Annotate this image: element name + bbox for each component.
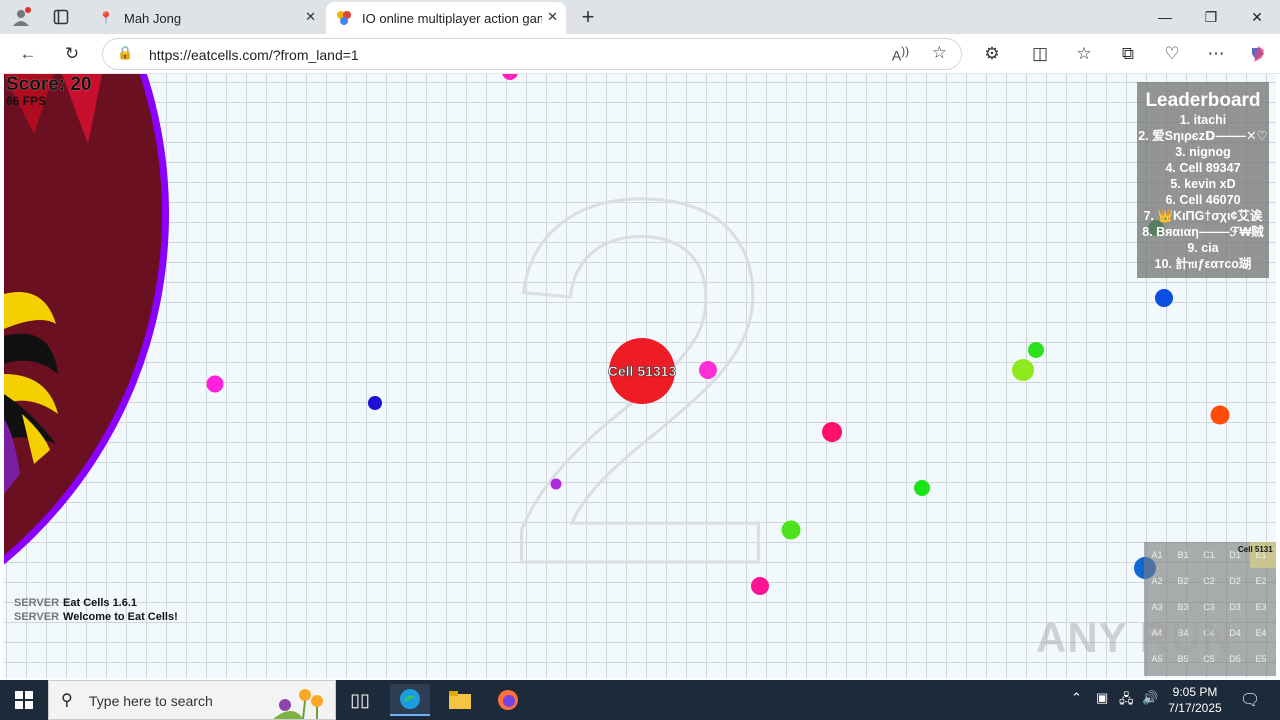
chat-text: Eat Cells 1.6.1 <box>63 597 138 609</box>
tab-mahjong[interactable]: 📍 Mah Jong ✕ <box>88 2 324 34</box>
chat-sender: SERVER <box>14 611 60 623</box>
search-icon: ⚲ <box>61 692 73 709</box>
minimap-cell: E3 <box>1255 602 1267 612</box>
game-canvas[interactable]: 2 Cell 51313 Score: 20 66 FPS Leaderboar… <box>4 74 1276 678</box>
minimap-cell: A2 <box>1151 576 1163 586</box>
tab-title: IO online multiplayer action game <box>362 10 542 26</box>
clock-date: 7/17/2025 <box>1168 701 1222 715</box>
food-pellet <box>368 396 382 410</box>
tab-title: Mah Jong <box>124 10 182 26</box>
refresh-icon[interactable]: ↻ <box>58 40 86 68</box>
url-text[interactable]: https://eatcells.com/?from_land=1 <box>149 47 359 63</box>
leaderboard-item: 1. itachi <box>1179 113 1227 127</box>
minimap-cell: C2 <box>1203 576 1215 586</box>
firefox-icon[interactable] <box>488 684 528 716</box>
leaderboard-item: 4. Cell 89347 <box>1165 161 1241 175</box>
watermark-logo: ANY RUN <box>1036 614 1234 661</box>
device-icon[interactable]: ▣ <box>1096 690 1108 706</box>
close-tab-icon[interactable]: ✕ <box>547 9 558 25</box>
chat-message: SERVER Eat Cells 1.6.1 <box>14 596 178 610</box>
new-tab-button[interactable]: + <box>576 4 600 30</box>
food-pellet <box>1012 359 1034 381</box>
lock-icon[interactable]: 🔒 <box>117 45 133 61</box>
clock-time: 9:05 PM <box>1172 685 1218 699</box>
food-pellet <box>1155 289 1173 307</box>
food-pellet <box>1210 405 1230 425</box>
leaderboard-title: Leaderboard <box>1145 90 1261 111</box>
food-pellet <box>822 422 842 442</box>
read-aloud-icon[interactable]: A)) <box>892 45 909 64</box>
colorful-icon <box>336 10 352 26</box>
file-explorer-icon[interactable] <box>440 684 480 716</box>
food-pellet <box>206 375 224 393</box>
more-menu-icon[interactable]: ⋯ <box>1202 40 1230 68</box>
leaderboard-item: 2. 爱Sηιρєz𝗗⸻✕♡ <box>1138 129 1268 143</box>
game-world: 2 Cell 51313 <box>4 74 1230 675</box>
close-tab-icon[interactable]: ✕ <box>305 9 316 25</box>
windows-start-icon[interactable] <box>0 680 48 720</box>
leaderboard: Leaderboard 1. itachi 2. 爱Sηιρєz𝗗⸻✕♡ 3. … <box>1137 82 1269 278</box>
fps-display: 66 FPS <box>6 94 47 108</box>
show-hidden-icons-icon[interactable]: ⌃ <box>1071 690 1082 706</box>
minimap-cell: C1 <box>1203 550 1215 560</box>
navigation-bar: ← ↻ 🔒 https://eatcells.com/?from_land=1 … <box>0 34 1280 74</box>
task-view-icon[interactable]: ▯▯ <box>340 684 380 716</box>
minimap-cell: E5 <box>1255 654 1267 664</box>
leaderboard-item: 9. cia <box>1187 241 1219 255</box>
browser-essentials-icon[interactable]: ♡ <box>1158 40 1186 68</box>
food-pellet <box>550 478 562 490</box>
tab-bar: 📍 Mah Jong ✕ IO online multiplayer actio… <box>0 0 1280 34</box>
minimap-cell: E2 <box>1255 576 1267 586</box>
food-pellet <box>914 480 930 496</box>
leaderboard-item: 10. 計𝔫ιƒεαтco瑚 <box>1154 257 1252 271</box>
system-clock[interactable]: 9:05 PM 7/17/2025 <box>1160 684 1230 716</box>
player-name: Cell 51313 <box>608 363 677 379</box>
tab-actions-icon[interactable] <box>48 4 74 30</box>
search-placeholder: Type here to search <box>89 693 213 709</box>
back-icon[interactable]: ← <box>14 40 42 68</box>
minimap-cell: B1 <box>1177 550 1189 560</box>
extensions-icon[interactable]: ⚙ <box>978 40 1006 68</box>
score-display: Score: 20 <box>6 74 92 95</box>
network-icon[interactable]: 🖧 <box>1119 690 1134 712</box>
pin-icon: 📍 <box>98 11 114 25</box>
leaderboard-item: 6. Cell 46070 <box>1165 193 1241 207</box>
favorite-star-icon[interactable]: ☆ <box>932 43 947 63</box>
minimap-cell: E4 <box>1255 628 1267 638</box>
food-pellet <box>1028 342 1044 358</box>
edge-icon[interactable] <box>390 684 430 716</box>
profile-icon[interactable] <box>8 4 34 30</box>
food-pellet <box>502 74 518 80</box>
chat-message: SERVER Welcome to Eat Cells! <box>14 610 178 624</box>
minimap-player-label: Cell 5131 <box>1238 545 1273 554</box>
minimap-cell: B2 <box>1177 576 1189 586</box>
address-bar[interactable]: 🔒 https://eatcells.com/?from_land=1 A)) … <box>102 38 962 70</box>
collections-icon[interactable]: ⧉ <box>1114 40 1142 68</box>
leaderboard-item: 3. nignog <box>1175 145 1231 159</box>
minimap-cell: A1 <box>1151 550 1163 560</box>
volume-icon[interactable]: 🔊 <box>1142 690 1158 706</box>
notifications-icon[interactable]: 🗨 <box>1240 690 1260 710</box>
taskbar: ⚲ Type here to search ▯▯ ⌃ ▣ 🖧 🔊 9:05 PM… <box>0 680 1280 720</box>
food-pellet <box>699 361 717 379</box>
chat-text: Welcome to Eat Cells! <box>63 611 178 623</box>
restore-button[interactable]: ❐ <box>1188 0 1234 34</box>
copilot-icon[interactable] <box>1244 40 1272 68</box>
leaderboard-item: 5. kevin xD <box>1170 177 1236 191</box>
tab-eatcells[interactable]: IO online multiplayer action game ✕ <box>326 2 566 34</box>
split-screen-icon[interactable]: ◫ <box>1026 40 1054 68</box>
close-window-button[interactable]: ✕ <box>1234 0 1280 34</box>
leaderboard-item: 8. Βяαιαη⸻ℱ₩贼 <box>1142 225 1264 239</box>
leaderboard-item: 7. 👑KιΠG†σχι¢艾诶 <box>1143 209 1263 223</box>
minimize-button[interactable]: — <box>1142 0 1188 34</box>
taskbar-search-box[interactable]: ⚲ Type here to search <box>48 680 336 720</box>
chat-sender: SERVER <box>14 597 60 609</box>
food-pellet <box>781 520 801 540</box>
food-pellet <box>751 577 769 595</box>
favorites-icon[interactable]: ☆ <box>1070 40 1098 68</box>
chat-log: SERVER Eat Cells 1.6.1 SERVER Welcome to E… <box>14 596 178 624</box>
tulips-icon <box>273 689 323 719</box>
minimap-cell: D2 <box>1229 576 1241 586</box>
